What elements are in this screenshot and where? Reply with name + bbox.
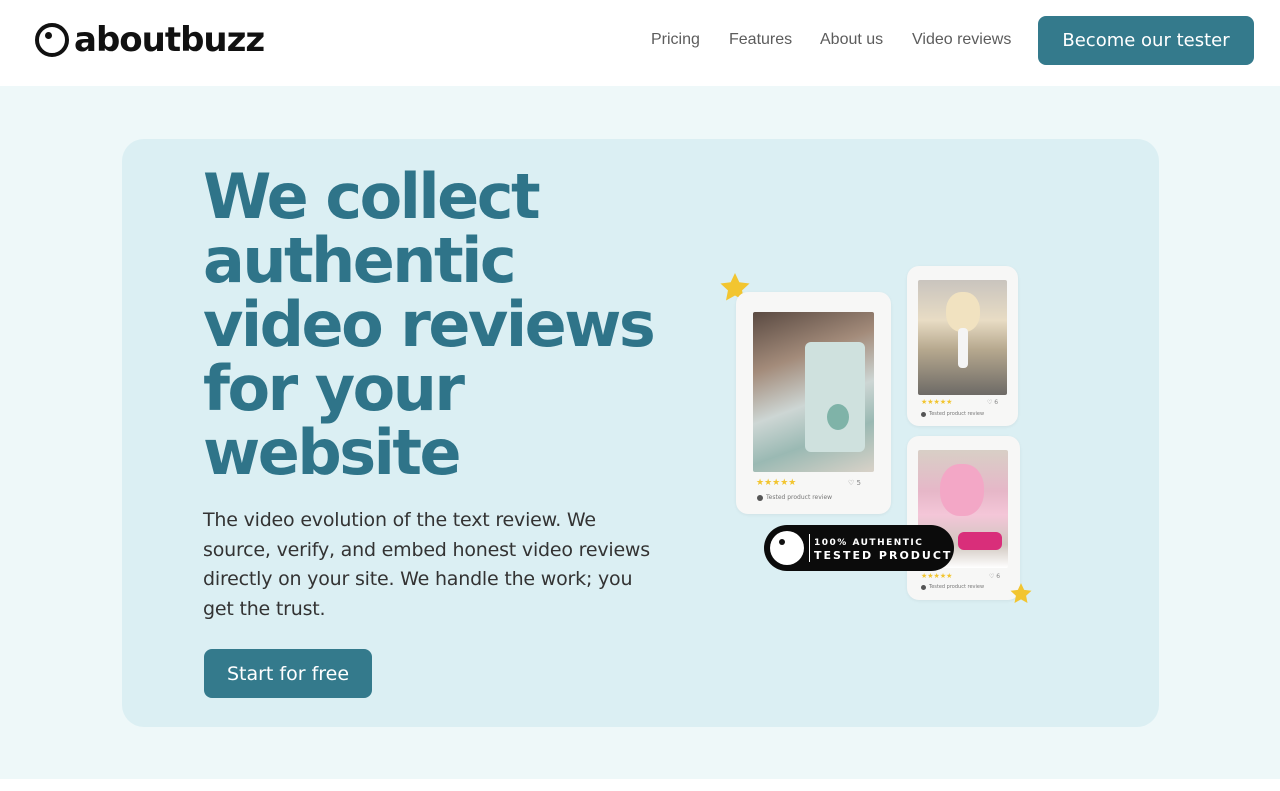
tested-review-tag: Tested product review [921, 411, 984, 417]
nav-link-features[interactable]: Features [729, 31, 792, 49]
logo-text: aboutbuzz [74, 20, 265, 60]
likes-value: 6 [996, 573, 1001, 580]
headline-line-3: video reviews [203, 288, 656, 361]
nav-link-about-us[interactable]: About us [820, 31, 883, 49]
headline-line-5: website [203, 416, 462, 489]
badge-divider [809, 534, 810, 562]
badge-line-2: TESTED PRODUCT [814, 549, 953, 562]
review-card-1[interactable]: ★★★★★ ♡ 5 Tested product review [736, 292, 891, 514]
tested-review-tag: Tested product review [921, 584, 984, 590]
review-card-2[interactable]: ★★★★★ ♡ 6 Tested product review [907, 266, 1018, 426]
rating-stars: ★★★★★ [921, 398, 953, 406]
nav-link-video-reviews[interactable]: Video reviews [912, 31, 1011, 49]
review-card-3[interactable]: ★★★★★ ♡ 6 Tested product review [907, 436, 1020, 600]
tag-text: Tested product review [929, 411, 985, 417]
likes-count: ♡ 6 [987, 399, 999, 406]
star-icon [1010, 583, 1032, 603]
rating-stars: ★★★★★ [921, 572, 953, 580]
tag-text: Tested product review [766, 494, 833, 501]
headline-line-4: for your [203, 352, 465, 425]
hero-subtext: The video evolution of the text review. … [203, 509, 650, 620]
likes-count: ♡ 6 [989, 573, 1001, 580]
tag-text: Tested product review [929, 584, 985, 590]
authentic-badge: 100% AUTHENTIC TESTED PRODUCT [764, 525, 954, 571]
logo[interactable]: aboutbuzz [35, 20, 265, 60]
rating-stars: ★★★★★ [756, 478, 797, 488]
logo-mark-icon [35, 23, 69, 57]
likes-count: ♡ 5 [848, 479, 861, 487]
check-dot-icon [921, 411, 926, 417]
nav-link-pricing[interactable]: Pricing [651, 31, 700, 49]
headline-line-1: We collect [203, 160, 541, 233]
likes-value: 5 [856, 479, 861, 487]
review-video-thumbnail[interactable] [753, 312, 874, 472]
likes-value: 6 [994, 399, 999, 406]
headline-line-2: authentic [203, 224, 517, 297]
logo-mark-icon [770, 531, 804, 565]
badge-line-1: 100% AUTHENTIC [814, 538, 924, 548]
tested-review-tag: Tested product review [757, 494, 832, 501]
review-video-thumbnail[interactable] [918, 280, 1007, 395]
top-navigation-bar: aboutbuzz Pricing Features About us Vide… [0, 0, 1280, 86]
hero-headline: We collect authentic video reviews for y… [203, 160, 656, 489]
check-dot-icon [757, 494, 763, 501]
start-for-free-button[interactable]: Start for free [204, 649, 372, 698]
check-dot-icon [921, 584, 926, 590]
become-tester-button[interactable]: Become our tester [1038, 16, 1254, 65]
